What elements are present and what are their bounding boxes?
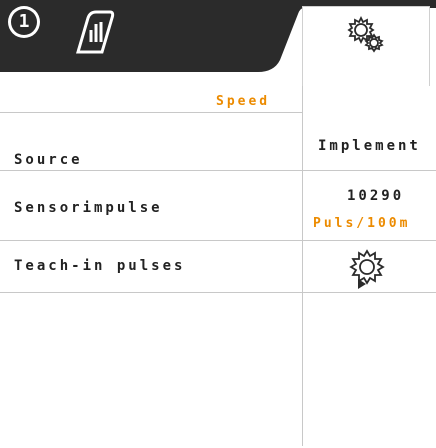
row-divider-teach-bottom: [0, 292, 436, 293]
tab-settings[interactable]: [302, 6, 430, 86]
manual-operation-icon: [75, 10, 115, 54]
settings-gear-icon: [347, 15, 384, 53]
speed-label: Speed: [216, 94, 271, 109]
screen: 1 Speed Source Implement Sensorimpulse 1…: [0, 0, 436, 448]
gear-play-icon: [349, 249, 385, 289]
tab-manual-operation[interactable]: [70, 8, 120, 56]
notification-badge[interactable]: 1: [6, 4, 48, 40]
row-divider-sensor-top: [0, 170, 436, 171]
sensorimpulse-value[interactable]: 10290: [347, 188, 404, 204]
badge-number: 1: [18, 11, 30, 32]
row-divider-source-top: [0, 112, 302, 113]
row-divider-teach-top: [0, 240, 436, 241]
right-panel-divider: [302, 86, 303, 446]
sensorimpulse-label: Sensorimpulse: [14, 200, 163, 216]
source-label: Source: [14, 152, 83, 168]
teach-in-label: Teach-in pulses: [14, 258, 186, 274]
sensorimpulse-unit: Puls/100m: [313, 216, 411, 231]
teach-in-start-button[interactable]: [344, 245, 390, 291]
source-value[interactable]: Implement: [318, 138, 421, 154]
